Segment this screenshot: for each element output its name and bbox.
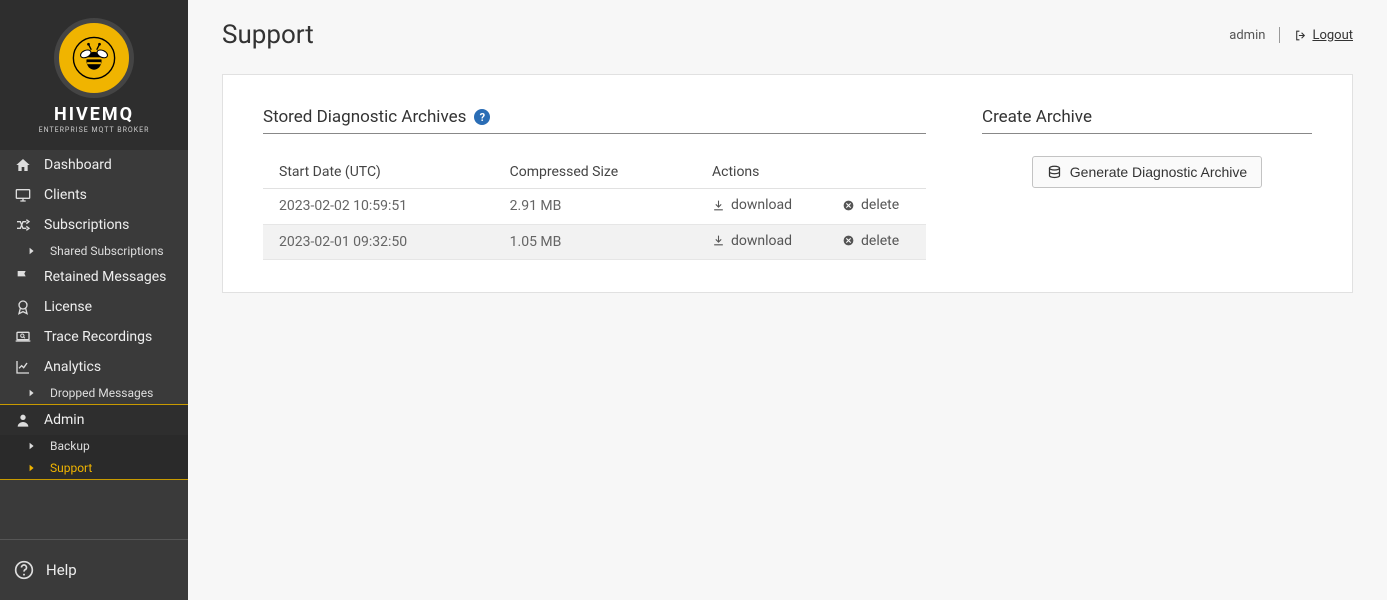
- help-tooltip-icon[interactable]: ?: [474, 109, 490, 125]
- sidebar-item-clients[interactable]: Clients: [0, 180, 188, 210]
- archives-title: Stored Diagnostic Archives: [263, 107, 466, 127]
- column-header-actions: Actions: [696, 156, 926, 189]
- delete-icon: [842, 234, 855, 247]
- logo-tagline: ENTERPRISE MQTT BROKER: [10, 126, 178, 134]
- sidebar-item-label: Retained Messages: [44, 269, 166, 285]
- laptop-search-icon: [15, 329, 31, 345]
- sidebar-nav: Dashboard Clients Subscriptions Shared S…: [0, 150, 188, 539]
- download-icon: [712, 199, 725, 212]
- sidebar-item-label: License: [44, 299, 92, 315]
- sidebar-item-help[interactable]: Help: [0, 548, 188, 592]
- column-header-size: Compressed Size: [494, 156, 696, 189]
- logo-area: HIVEMQ ENTERPRISE MQTT BROKER: [0, 0, 188, 150]
- content-wrap: Stored Diagnostic Archives ? Start Date …: [188, 74, 1387, 293]
- award-icon: [15, 299, 31, 315]
- sidebar-sub-label: Backup: [50, 439, 90, 453]
- divider: [1279, 27, 1280, 43]
- sidebar-sub-label: Support: [50, 461, 92, 475]
- sidebar-item-label: Clients: [44, 187, 87, 203]
- table-row: 2023-02-01 09:32:50 1.05 MB download: [263, 224, 926, 260]
- sidebar-item-analytics[interactable]: Analytics: [0, 352, 188, 382]
- sidebar-sub-dropped-messages[interactable]: Dropped Messages: [0, 382, 188, 404]
- logo-name: HIVEMQ: [10, 104, 178, 125]
- caret-right-icon: [28, 389, 36, 397]
- sidebar-item-label: Analytics: [44, 359, 101, 375]
- delete-label: delete: [861, 197, 899, 213]
- sidebar-item-label: Admin: [44, 412, 84, 428]
- sidebar-item-label: Help: [46, 561, 77, 579]
- monitor-icon: [15, 187, 31, 203]
- support-card: Stored Diagnostic Archives ? Start Date …: [222, 74, 1353, 293]
- sidebar-sub-label: Dropped Messages: [50, 386, 153, 400]
- sidebar-sub-backup[interactable]: Backup: [0, 435, 188, 457]
- create-archive-section: Create Archive Generate Diagnostic Archi…: [982, 107, 1312, 188]
- chart-line-icon: [15, 359, 31, 375]
- column-header-date: Start Date (UTC): [263, 156, 494, 189]
- sidebar-sub-label: Shared Subscriptions: [50, 244, 164, 258]
- generate-archive-label: Generate Diagnostic Archive: [1070, 164, 1247, 180]
- delete-icon: [842, 199, 855, 212]
- sidebar-item-label: Subscriptions: [44, 217, 129, 233]
- logo-emblem: [54, 18, 134, 98]
- main-content: Support admin Logout Stored Diagnostic A…: [188, 0, 1387, 600]
- current-user-label: admin: [1229, 28, 1265, 43]
- logout-icon: [1294, 29, 1307, 42]
- archives-header: Stored Diagnostic Archives ?: [263, 107, 926, 134]
- cell-date: 2023-02-01 09:32:50: [263, 224, 494, 260]
- topbar: Support admin Logout: [188, 0, 1387, 74]
- generate-archive-button[interactable]: Generate Diagnostic Archive: [1032, 156, 1262, 188]
- logout-link[interactable]: Logout: [1294, 28, 1353, 43]
- delete-label: delete: [861, 233, 899, 249]
- download-label: download: [731, 197, 792, 213]
- archives-section: Stored Diagnostic Archives ? Start Date …: [263, 107, 926, 260]
- sidebar: HIVEMQ ENTERPRISE MQTT BROKER Dashboard …: [0, 0, 188, 600]
- sidebar-item-trace-recordings[interactable]: Trace Recordings: [0, 322, 188, 352]
- cell-size: 1.05 MB: [494, 224, 696, 260]
- topbar-right: admin Logout: [1229, 27, 1353, 43]
- help-circle-icon: [14, 560, 34, 580]
- create-archive-header: Create Archive: [982, 107, 1312, 134]
- download-action[interactable]: download: [712, 233, 792, 249]
- bee-icon: [72, 36, 116, 80]
- user-icon: [15, 412, 31, 428]
- page-title: Support: [222, 20, 314, 50]
- sidebar-sub-support[interactable]: Support: [0, 457, 188, 479]
- sidebar-item-subscriptions[interactable]: Subscriptions: [0, 210, 188, 240]
- home-icon: [15, 157, 31, 173]
- sidebar-item-license[interactable]: License: [0, 292, 188, 322]
- sidebar-footer: Help: [0, 539, 188, 600]
- caret-right-icon: [28, 442, 36, 450]
- sidebar-admin-block: Admin Backup Support: [0, 404, 188, 480]
- shuffle-icon: [15, 217, 31, 233]
- caret-right-icon: [28, 464, 36, 472]
- sidebar-item-label: Trace Recordings: [44, 329, 152, 345]
- download-label: download: [731, 233, 792, 249]
- create-archive-title: Create Archive: [982, 107, 1092, 127]
- cell-date: 2023-02-02 10:59:51: [263, 189, 494, 225]
- flag-icon: [15, 269, 31, 285]
- sidebar-item-dashboard[interactable]: Dashboard: [0, 150, 188, 180]
- archives-table: Start Date (UTC) Compressed Size Actions…: [263, 156, 926, 260]
- cell-size: 2.91 MB: [494, 189, 696, 225]
- download-action[interactable]: download: [712, 197, 792, 213]
- delete-action[interactable]: delete: [842, 197, 899, 213]
- sidebar-item-retained-messages[interactable]: Retained Messages: [0, 262, 188, 292]
- table-row: 2023-02-02 10:59:51 2.91 MB download: [263, 189, 926, 225]
- sidebar-item-label: Dashboard: [44, 157, 112, 173]
- logout-label: Logout: [1312, 28, 1353, 43]
- download-icon: [712, 234, 725, 247]
- caret-right-icon: [28, 247, 36, 255]
- sidebar-sub-shared-subscriptions[interactable]: Shared Subscriptions: [0, 240, 188, 262]
- sidebar-item-admin[interactable]: Admin: [0, 405, 188, 435]
- delete-action[interactable]: delete: [842, 233, 899, 249]
- database-icon: [1047, 165, 1062, 180]
